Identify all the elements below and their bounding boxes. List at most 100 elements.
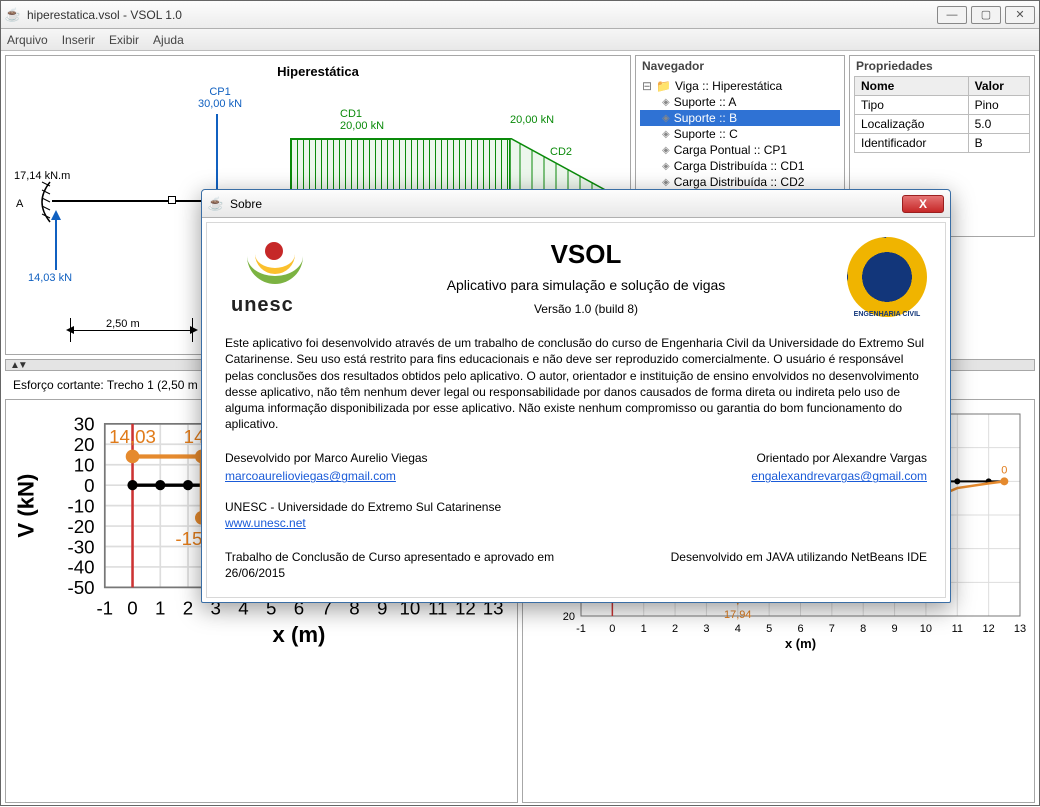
about-heading: VSOL [341,237,831,272]
cp1-arrow-line [216,114,218,192]
bullet-icon: ◈ [662,161,670,172]
minimize-button[interactable]: — [937,6,967,24]
menu-arquivo[interactable]: Arquivo [7,33,48,47]
svg-text:-1: -1 [96,598,113,619]
window-title: hiperestatica.vsol - VSOL 1.0 [27,8,931,22]
close-button[interactable]: ✕ [1005,6,1035,24]
properties-title: Propriedades [850,56,1034,76]
svg-text:-20: -20 [68,516,95,537]
svg-text:1: 1 [641,623,647,635]
about-dev-label: Desevolvido por Marco Aurelio Viegas [225,450,576,466]
svg-text:0: 0 [609,623,615,635]
svg-text:8: 8 [860,623,866,635]
dim-line [72,330,190,331]
support-a-label: A [16,198,23,210]
svg-text:30: 30 [74,414,95,435]
svg-text:17,94: 17,94 [724,609,752,621]
table-row[interactable]: IdentificadorB [855,134,1030,153]
menu-exibir[interactable]: Exibir [109,33,139,47]
beam-title: Hiperestática [277,64,359,79]
svg-text:14,03: 14,03 [109,426,156,447]
svg-text:1: 1 [155,598,165,619]
svg-text:10: 10 [74,455,95,476]
about-sub: Aplicativo para simulação e solução de v… [341,276,831,295]
cd2-value: 20,00 kN [510,114,554,126]
svg-text:13: 13 [1014,623,1026,635]
svg-text:9: 9 [892,623,898,635]
svg-text:V (kN): V (kN) [13,474,38,538]
about-tcc: Trabalho de Conclusão de Curso apresenta… [225,549,576,581]
bullet-icon: ◈ [662,97,670,108]
java-icon: ☕ [208,196,224,212]
svg-text:4: 4 [735,623,741,635]
about-ide: Desenvolvido em JAVA utilizando NetBeans… [576,549,927,581]
table-row[interactable]: TipoPino [855,96,1030,115]
tree-item[interactable]: ◈Suporte :: C [640,126,840,142]
tree-item[interactable]: ◈Carga Distribuída :: CD2 [640,174,840,190]
folder-icon: 📁 [656,79,671,93]
esforco-label: Esforço cortante: Trecho 1 (2,50 m [13,378,198,392]
window-titlebar: ☕ hiperestatica.vsol - VSOL 1.0 — ▢ ✕ [1,1,1039,29]
svg-text:20: 20 [563,611,575,623]
svg-text:0: 0 [1001,464,1007,476]
about-title-text: Sobre [230,197,262,211]
table-row[interactable]: Localização5.0 [855,115,1030,134]
hinge-1 [168,196,176,204]
prop-col-name: Nome [855,77,969,96]
about-titlebar[interactable]: ☕ Sobre X [202,190,950,218]
svg-text:x (m): x (m) [273,622,326,647]
about-adv-label: Orientado por Alexandre Vargas [576,450,927,466]
reaction-arrow [48,210,64,270]
about-version: Versão 1.0 (build 8) [341,301,831,317]
menubar: Arquivo Inserir Exibir Ajuda [1,29,1039,51]
properties-table: Nome Valor TipoPinoLocalização5.0Identif… [854,76,1030,153]
about-adv-mail[interactable]: engalexandrevargas@gmail.com [751,469,927,483]
navigator-title: Navegador [636,56,844,76]
tree-item[interactable]: ◈Suporte :: B [640,110,840,126]
about-paragraph: Este aplicativo foi desenvolvido através… [225,335,927,432]
svg-text:0: 0 [127,598,137,619]
java-icon: ☕ [5,7,21,23]
svg-text:-10: -10 [68,495,95,516]
dim-label: 2,50 m [106,318,140,330]
svg-text:-30: -30 [68,536,95,557]
prop-col-value: Valor [968,77,1029,96]
svg-text:-50: -50 [68,577,95,598]
menu-ajuda[interactable]: Ajuda [153,33,184,47]
svg-text:20: 20 [74,434,95,455]
svg-text:0: 0 [84,475,94,496]
svg-text:6: 6 [797,623,803,635]
svg-text:5: 5 [766,623,772,635]
tree-item[interactable]: ◈Carga Pontual :: CP1 [640,142,840,158]
about-inst-url[interactable]: www.unesc.net [225,516,306,530]
maximize-button[interactable]: ▢ [971,6,1001,24]
svg-text:2: 2 [672,623,678,635]
svg-text:2: 2 [183,598,193,619]
bullet-icon: ◈ [662,129,670,140]
tree-item[interactable]: ◈Carga Distribuída :: CD1 [640,158,840,174]
bullet-icon: ◈ [662,113,670,124]
reaction-label: 14,03 kN [28,272,72,284]
about-close-button[interactable]: X [902,195,944,213]
cp1-label: CP1 30,00 kN [198,86,242,110]
cd1-label: CD1 20,00 kN [340,108,384,132]
bullet-icon: ◈ [662,177,670,188]
unesc-logo: unesc [225,242,325,312]
about-inst: UNESC - Universidade do Extremo Sul Cata… [225,499,927,515]
svg-text:x (m): x (m) [785,636,816,651]
svg-text:7: 7 [829,623,835,635]
svg-text:3: 3 [703,623,709,635]
svg-text:10: 10 [920,623,932,635]
about-dialog: ☕ Sobre X unesc VSOL Aplicativo para sim… [201,189,951,603]
navigator-tree[interactable]: ⊟ 📁 Viga :: Hiperestática ◈Suporte :: A◈… [636,76,844,192]
svg-text:-1: -1 [576,623,586,635]
eng-civil-logo: ENGENHARIA CIVIL [847,237,927,317]
menu-inserir[interactable]: Inserir [62,33,95,47]
svg-text:11: 11 [952,623,963,635]
tree-root[interactable]: ⊟ 📁 Viga :: Hiperestática [640,78,840,94]
svg-text:-40: -40 [68,557,95,578]
tree-item[interactable]: ◈Suporte :: A [640,94,840,110]
bullet-icon: ◈ [662,145,670,156]
about-dev-mail[interactable]: marcoaurelioviegas@gmail.com [225,469,396,483]
svg-text:12: 12 [983,623,995,635]
